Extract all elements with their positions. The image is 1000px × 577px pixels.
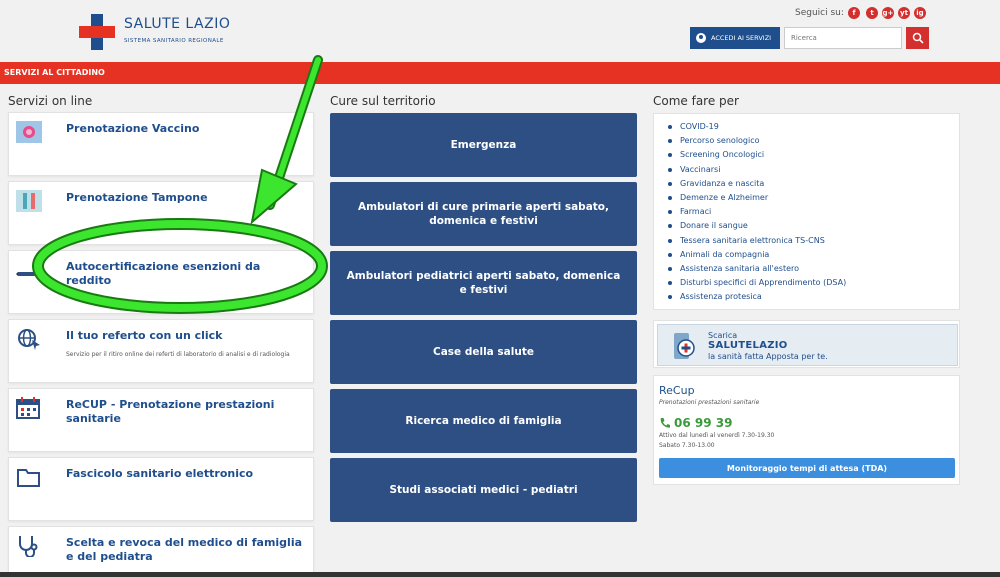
app-download-banner[interactable]: Scarica SALUTELAZIO la sanità fatta Appo… <box>653 320 960 368</box>
howto-link[interactable]: COVID-19 <box>668 120 959 134</box>
card-recup-booking[interactable]: ReCUP - Prenotazione prestazioni sanitar… <box>8 388 314 452</box>
tile-family-doctor-search[interactable]: Ricerca medico di famiglia <box>330 389 637 453</box>
nav-citizen-services[interactable]: SERVIZI AL CITTADINO <box>4 68 105 77</box>
howto-list-panel: COVID-19 Percorso senologico Screening Onc… <box>653 113 960 310</box>
follow-label: Seguici su: <box>795 8 844 18</box>
howto-link[interactable]: Assistenza sanitaria all'estero <box>668 262 959 276</box>
card-label: Il tuo referto con un click <box>66 329 223 342</box>
tile-emergency[interactable]: Emergenza <box>330 113 637 177</box>
vaccine-icon <box>16 121 42 143</box>
card-label: Autocertificazione esenzioni da reddito <box>66 260 261 287</box>
youtube-icon[interactable]: yt <box>898 7 910 19</box>
card-vaccine-booking[interactable]: Prenotazione Vaccino <box>8 112 314 176</box>
pen-form-icon <box>16 272 40 276</box>
card-label: ReCUP - Prenotazione prestazioni sanitar… <box>66 398 275 425</box>
bottom-scroll-bar <box>0 572 1000 577</box>
howto-link[interactable]: Animali da compagnia <box>668 248 959 262</box>
card-health-record[interactable]: Fascicolo sanitario elettronico <box>8 457 314 521</box>
recup-panel: ReCup Prenotazioni prestazioni sanitarie… <box>653 375 960 485</box>
howto-link[interactable]: Screening Oncologici <box>668 148 959 162</box>
card-label: Scelta e revoca del medico di famiglia e… <box>66 536 303 563</box>
app-banner-name: SALUTELAZIO <box>708 340 788 351</box>
phone-icon <box>660 418 670 428</box>
card-doctor-choice[interactable]: Scelta e revoca del medico di famiglia e… <box>8 526 314 576</box>
brand-subtitle: SISTEMA SANITARIO REGIONALE <box>124 38 224 44</box>
folder-icon <box>17 469 40 487</box>
card-swab-booking[interactable]: Prenotazione Tampone <box>8 181 314 245</box>
howto-link[interactable]: Tessera sanitaria elettronica TS-CNS <box>668 234 959 248</box>
tile-primary-care-weekend[interactable]: Ambulatori di cure primarie aperti sabat… <box>330 182 637 246</box>
app-banner-download: Scarica <box>708 331 738 340</box>
globe-cursor-icon <box>18 329 40 350</box>
calendar-icon <box>16 397 40 419</box>
access-services-label: ACCEDI AI SERVIZI <box>711 34 772 42</box>
swab-test-icon <box>16 190 42 212</box>
howto-link[interactable]: Vaccinarsi <box>668 163 959 177</box>
app-banner-inner: Scarica SALUTELAZIO la sanità fatta Appo… <box>657 324 958 366</box>
howto-link[interactable]: Donare il sangue <box>668 219 959 233</box>
card-income-exemption[interactable]: Autocertificazione esenzioni da reddito <box>8 250 314 314</box>
territory-care-heading: Cure sul territorio <box>330 94 436 108</box>
search-icon <box>912 32 924 44</box>
card-label: Fascicolo sanitario elettronico <box>66 467 254 480</box>
facebook-icon[interactable]: f <box>848 7 860 19</box>
search-input[interactable] <box>784 27 902 49</box>
tile-associated-practices[interactable]: Studi associati medici - pediatri <box>330 458 637 522</box>
howto-link[interactable]: Demenze e Alzheimer <box>668 191 959 205</box>
health-cross-logo-icon[interactable] <box>79 14 115 50</box>
stethoscope-icon <box>19 536 38 557</box>
online-services-heading: Servizi on line <box>8 94 93 108</box>
card-description: Servizio per il ritiro online dei refert… <box>66 351 290 358</box>
howto-list: COVID-19 Percorso senologico Screening Onc… <box>654 114 959 304</box>
site-header: SALUTE LAZIO SISTEMA SANITARIO REGIONALE… <box>0 0 1000 61</box>
card-label: Prenotazione Tampone <box>66 191 208 204</box>
waiting-times-button[interactable]: Monitoraggio tempi di attesa (TDA) <box>659 458 955 478</box>
howto-link[interactable]: Assistenza protesica <box>668 290 959 304</box>
search-button[interactable] <box>906 27 929 49</box>
card-label: Prenotazione Vaccino <box>66 122 200 135</box>
howto-link[interactable]: Disturbi specifici di Apprendimento (DSA… <box>668 276 959 290</box>
recup-hours-weekdays: Attivo dal lunedì al venerdì 7.30-19.30 <box>659 432 775 439</box>
instagram-icon[interactable]: ig <box>914 7 926 19</box>
howto-heading: Come fare per <box>653 94 739 108</box>
recup-phone-number[interactable]: 06 99 39 <box>674 416 732 430</box>
howto-link[interactable]: Farmaci <box>668 205 959 219</box>
google-plus-icon[interactable]: g+ <box>882 7 894 19</box>
app-banner-tagline: la sanità fatta Apposta per te. <box>708 352 828 361</box>
recup-title: ReCup <box>659 384 695 397</box>
tile-pediatric-weekend[interactable]: Ambulatori pediatrici aperti sabato, dom… <box>330 251 637 315</box>
brand-title[interactable]: SALUTE LAZIO <box>124 16 230 32</box>
recup-hours-saturday: Sabato 7.30-13.00 <box>659 442 715 449</box>
tile-health-houses[interactable]: Case della salute <box>330 320 637 384</box>
access-services-button[interactable]: ACCEDI AI SERVIZI <box>690 27 780 49</box>
twitter-icon[interactable]: t <box>866 7 878 19</box>
howto-link[interactable]: Gravidanza e nascita <box>668 177 959 191</box>
main-nav-bar: SERVIZI AL CITTADINO <box>0 62 1000 84</box>
card-online-report[interactable]: Il tuo referto con un click Servizio per… <box>8 319 314 383</box>
howto-link[interactable]: Percorso senologico <box>668 134 959 148</box>
user-icon <box>696 33 706 43</box>
recup-subtitle: Prenotazioni prestazioni sanitarie <box>659 399 760 406</box>
app-phone-icon <box>674 333 695 359</box>
